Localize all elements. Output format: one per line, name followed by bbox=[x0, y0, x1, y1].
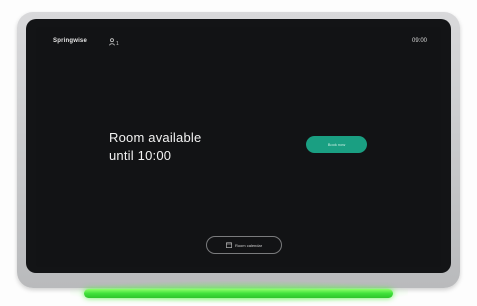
book-now-button[interactable]: Book now bbox=[306, 136, 367, 153]
svg-text:1: 1 bbox=[116, 41, 119, 46]
room-calendar-label: Room calendar bbox=[234, 242, 263, 248]
room-calendar-button[interactable]: Room calendar bbox=[206, 236, 282, 254]
availability-status: Room available bbox=[109, 130, 202, 145]
touch-panel-display: Springwise 1 09:00 Room available until … bbox=[0, 0, 477, 306]
status-led-strip bbox=[84, 289, 393, 298]
calendar-icon bbox=[226, 242, 232, 248]
clock-time: 09:00 bbox=[411, 38, 427, 44]
room-name: Springwise bbox=[53, 38, 88, 44]
person-icon[interactable]: 1 bbox=[109, 38, 119, 46]
room-booking-screen: Springwise 1 09:00 Room available until … bbox=[36, 27, 441, 267]
availability-until: until 10:00 bbox=[109, 148, 172, 163]
